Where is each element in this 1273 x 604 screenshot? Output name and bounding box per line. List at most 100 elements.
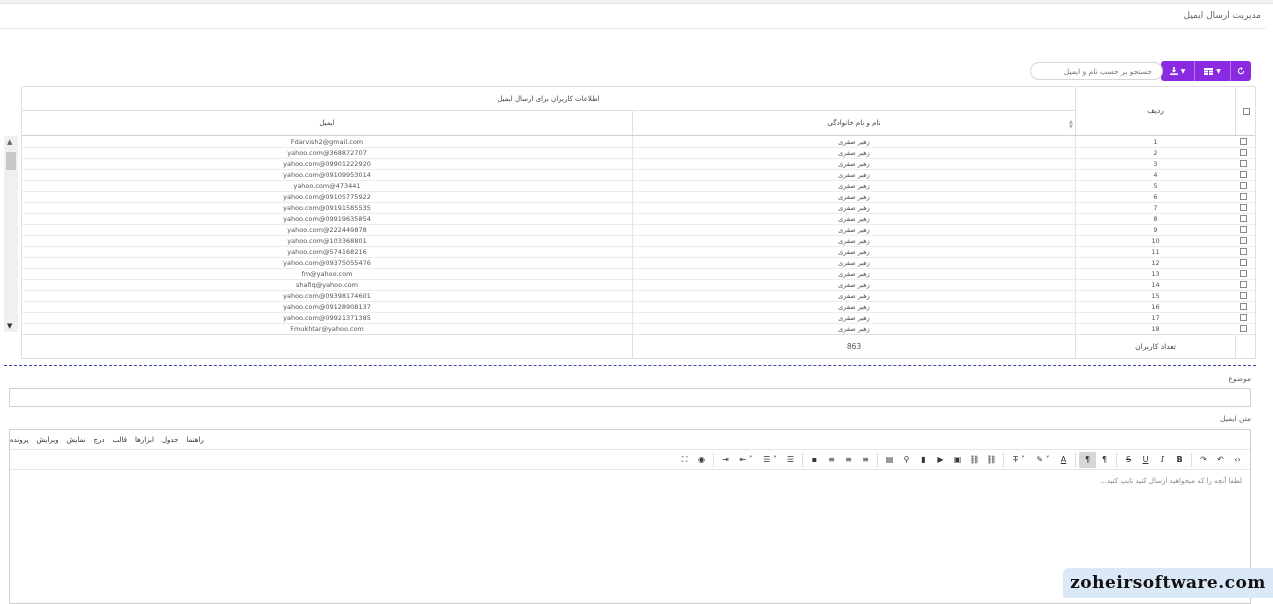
search-input[interactable] bbox=[1030, 62, 1163, 80]
scroll-down-icon[interactable]: ▼ bbox=[7, 322, 12, 330]
image-icon[interactable]: ▣ bbox=[949, 452, 966, 468]
email-cell: shafiq@yahoo.com bbox=[296, 281, 358, 289]
table-row[interactable]: yahoo.com@09398174601 زهیر صفری 15 bbox=[22, 291, 1255, 302]
name-cell: زهیر صفری bbox=[632, 313, 1075, 323]
bold-icon[interactable]: B bbox=[1171, 452, 1188, 468]
row-checkbox[interactable] bbox=[1240, 314, 1247, 321]
row-checkbox[interactable] bbox=[1240, 259, 1247, 266]
download-button[interactable]: ▼ bbox=[1161, 61, 1195, 81]
chevron-down-icon: ▼ bbox=[1180, 67, 1186, 75]
row-checkbox[interactable] bbox=[1240, 248, 1247, 255]
table-row[interactable]: shafiq@yahoo.com زهیر صفری 14 bbox=[22, 280, 1255, 291]
row-checkbox[interactable] bbox=[1240, 138, 1247, 145]
rtl-direction-icon[interactable]: ¶ bbox=[1079, 451, 1096, 468]
column-header-email[interactable]: ایمیل bbox=[22, 111, 632, 135]
table-row[interactable]: Fdarvish2@gmail.com زهیر صفری 1 bbox=[22, 137, 1255, 148]
row-checkbox[interactable] bbox=[1240, 226, 1247, 233]
text-color-icon[interactable]: A bbox=[1055, 452, 1072, 468]
row-checkbox[interactable] bbox=[1240, 270, 1247, 277]
row-checkbox[interactable] bbox=[1240, 149, 1247, 156]
numbered-list-icon[interactable]: ☰ bbox=[782, 452, 799, 468]
align-justify-icon[interactable]: ▪ bbox=[806, 452, 823, 468]
indent-icon[interactable]: ⇥ bbox=[717, 452, 734, 468]
row-checkbox[interactable] bbox=[1240, 292, 1247, 299]
row-checkbox[interactable] bbox=[1240, 204, 1247, 211]
column-header-radif[interactable]: ردیف bbox=[1075, 87, 1235, 135]
table-row[interactable]: yahoo.com@574168216 زهیر صفری 11 bbox=[22, 247, 1255, 258]
bookmark-icon[interactable]: ▮ bbox=[915, 452, 932, 468]
align-left-icon[interactable]: ≡ bbox=[823, 452, 840, 468]
undo-icon[interactable]: ↶ bbox=[1212, 452, 1229, 468]
redo-icon[interactable]: ↷ bbox=[1195, 452, 1212, 468]
table-row[interactable]: yahoo.com@09919635854 زهیر صفری 8 bbox=[22, 214, 1255, 225]
table-row[interactable]: yahoo.com@473441 زهیر صفری 5 bbox=[22, 181, 1255, 192]
stamp-icon[interactable]: ⚲ bbox=[898, 452, 915, 468]
table-row[interactable]: Fmukhtar@yahoo.com زهیر صفری 18 bbox=[22, 324, 1255, 334]
editor-menu-item[interactable]: جدول bbox=[162, 436, 178, 444]
table-row[interactable]: yahoo.com@09128908137 زهیر صفری 16 bbox=[22, 302, 1255, 313]
row-checkbox[interactable] bbox=[1240, 237, 1247, 244]
align-center-icon[interactable]: ≡ bbox=[840, 452, 857, 468]
table-row[interactable]: yahoo.com@09109953014 زهیر صفری 4 bbox=[22, 170, 1255, 181]
underline-icon[interactable]: U bbox=[1137, 452, 1154, 468]
row-checkbox[interactable] bbox=[1240, 160, 1247, 167]
table-scrollbar[interactable]: ▲ ▼ bbox=[4, 136, 18, 332]
highlight-color-icon[interactable]: ✎ ˅ bbox=[1031, 452, 1055, 468]
editor-menu-item[interactable]: قالب bbox=[113, 436, 128, 444]
editor-menu-item[interactable]: راهنما bbox=[186, 436, 203, 444]
name-cell: زهیر صفری bbox=[632, 225, 1075, 235]
users-count: 863 bbox=[632, 335, 1075, 359]
row-checkbox[interactable] bbox=[1240, 325, 1247, 332]
editor-menu-item[interactable]: نمایش bbox=[67, 436, 86, 444]
row-number-cell: 5 bbox=[1075, 181, 1235, 191]
scroll-up-icon[interactable]: ▲ bbox=[7, 138, 12, 146]
clear-formatting-icon[interactable]: T̶ ˅ bbox=[1007, 452, 1031, 468]
unlink-icon[interactable]: ⛓ bbox=[966, 452, 983, 468]
strikethrough-icon[interactable]: S bbox=[1120, 452, 1137, 468]
row-checkbox[interactable] bbox=[1240, 171, 1247, 178]
table-row[interactable]: yahoo.com@09901222920 زهیر صفری 3 bbox=[22, 159, 1255, 170]
editor-menu-item[interactable]: ابزارها bbox=[135, 436, 154, 444]
row-checkbox[interactable] bbox=[1240, 281, 1247, 288]
table-row[interactable]: yahoo.com@368872707 زهیر صفری 2 bbox=[22, 148, 1255, 159]
italic-icon[interactable]: I bbox=[1154, 452, 1171, 468]
table-row[interactable]: yahoo.com@103368801 زهیر صفری 10 bbox=[22, 236, 1255, 247]
subject-input[interactable] bbox=[9, 388, 1251, 407]
bullet-list-icon[interactable]: ☰ ˅ bbox=[758, 452, 782, 468]
row-checkbox[interactable] bbox=[1240, 303, 1247, 310]
table-row[interactable]: yahoo.com@09191585535 زهیر صفری 7 bbox=[22, 203, 1255, 214]
align-right-icon[interactable]: ≡ bbox=[857, 452, 874, 468]
table-row[interactable]: fm@yahoo.com زهیر صفری 13 bbox=[22, 269, 1255, 280]
outdent-icon[interactable]: ⇤ ˅ bbox=[734, 452, 758, 468]
table-row[interactable]: yahoo.com@222449878 زهیر صفری 9 bbox=[22, 225, 1255, 236]
row-number-cell: 14 bbox=[1075, 280, 1235, 290]
table-row[interactable]: yahoo.com@09375055476 زهیر صفری 12 bbox=[22, 258, 1255, 269]
columns-button[interactable]: ▼ bbox=[1195, 61, 1231, 81]
email-cell: Fdarvish2@gmail.com bbox=[290, 138, 364, 146]
editor-menu-item[interactable]: درج bbox=[94, 436, 105, 444]
editor-menu-item[interactable]: پرونده bbox=[10, 436, 28, 444]
column-header-name[interactable]: نام و نام خانوادگی ▲ ▼ bbox=[632, 111, 1075, 135]
scrollbar-thumb[interactable] bbox=[6, 152, 16, 170]
footer-end-cell bbox=[1235, 335, 1256, 359]
refresh-button[interactable] bbox=[1231, 61, 1251, 81]
template-icon[interactable]: ▤ bbox=[881, 452, 898, 468]
editor-menu-item[interactable]: ویرایش bbox=[36, 436, 58, 444]
editor-menubar: پرونده ویرایش نمایش درج قالب ابزارها جدول راهنم… bbox=[10, 430, 1250, 450]
table-row[interactable]: yahoo.com@09105775922 زهیر صفری 6 bbox=[22, 192, 1255, 203]
ltr-direction-icon[interactable]: ¶ bbox=[1096, 452, 1113, 468]
media-icon[interactable]: ▶ bbox=[932, 452, 949, 468]
users-count-label: تعداد کاربران bbox=[1075, 335, 1235, 359]
row-checkbox[interactable] bbox=[1240, 182, 1247, 189]
row-checkbox[interactable] bbox=[1240, 215, 1247, 222]
subject-label: موضوع bbox=[1228, 374, 1251, 383]
email-cell: yahoo.com@574168216 bbox=[287, 248, 367, 256]
editor-placeholder[interactable]: لطفا آنچه را که میخواهید ارسال کنید تایپ… bbox=[1100, 477, 1242, 485]
fullscreen-icon[interactable]: ⛶ bbox=[676, 452, 693, 468]
table-row[interactable]: yahoo.com@09921371385 زهیر صفری 17 bbox=[22, 313, 1255, 324]
source-code-icon[interactable]: ‹› bbox=[1229, 452, 1246, 468]
link-icon[interactable]: ⛓ bbox=[983, 452, 1000, 468]
select-all-checkbox[interactable] bbox=[1242, 107, 1250, 115]
preview-eye-icon[interactable]: ◉ bbox=[693, 452, 710, 468]
row-checkbox[interactable] bbox=[1240, 193, 1247, 200]
